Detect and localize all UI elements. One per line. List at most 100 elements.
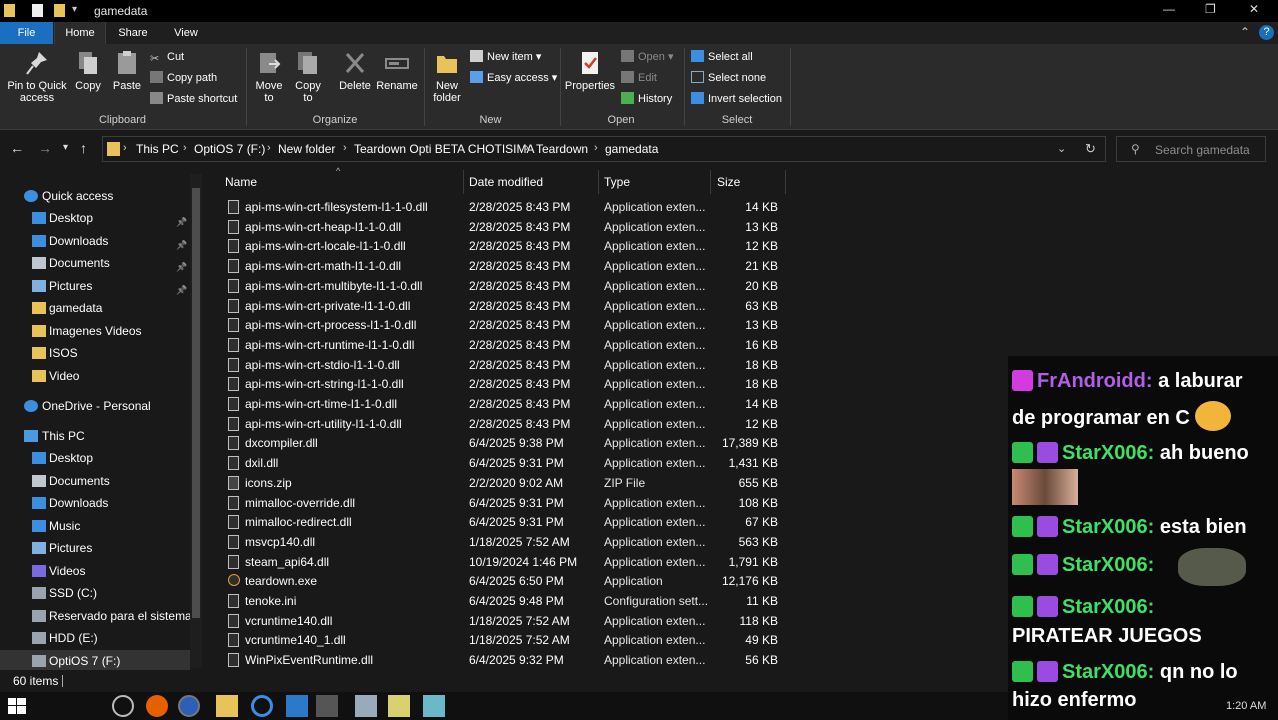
properties-button[interactable]: Properties	[564, 48, 616, 92]
copy-to-button[interactable]: Copy to	[291, 48, 325, 104]
winrar-icon[interactable]	[316, 695, 338, 717]
column-header-name[interactable]: Name	[206, 170, 464, 194]
file-row[interactable]: steam_api64.dll 10/19/2024 1:46 PM Applica…	[206, 552, 786, 572]
file-row[interactable]: tenoke.ini 6/4/2025 9:48 PM Configuration …	[206, 591, 786, 611]
nav-item[interactable]: OneDrive - Personal	[0, 395, 190, 417]
firefox-icon[interactable]	[146, 695, 168, 717]
paste-button[interactable]: Paste	[110, 48, 144, 92]
recent-locations-chevron-icon[interactable]: ▾	[63, 142, 68, 153]
nav-item[interactable]: Downloads	[0, 492, 190, 514]
history-button[interactable]: History	[621, 90, 672, 108]
tab-file[interactable]: File	[0, 22, 53, 44]
edit-button[interactable]: Edit	[621, 69, 657, 87]
restore-icon[interactable]: ❐	[1205, 2, 1216, 16]
back-arrow-icon[interactable]: ←	[10, 140, 24, 156]
file-row[interactable]: api-ms-win-crt-private-l1-1-0.dll 2/28/20…	[206, 296, 786, 316]
copy-button[interactable]: Copy	[72, 48, 104, 92]
search-box[interactable]: ⚲ Search gamedata	[1116, 136, 1266, 162]
breadcrumb-item[interactable]: This PC	[136, 142, 179, 156]
easy-access-button[interactable]: Easy access ▾	[470, 69, 557, 87]
delete-button[interactable]: Delete	[336, 48, 374, 92]
nav-item[interactable]: HDD (E:)	[0, 627, 190, 649]
browser-icon[interactable]	[178, 695, 200, 717]
up-arrow-icon[interactable]: ↑	[80, 140, 87, 156]
new-item-button[interactable]: New item ▾	[470, 48, 541, 66]
breadcrumb-item[interactable]: gamedata	[605, 142, 658, 156]
file-explorer-icon[interactable]	[216, 695, 238, 717]
file-row[interactable]: vcruntime140_1.dll 1/18/2025 7:52 AM Appli…	[206, 630, 786, 650]
open-button[interactable]: Open ▾	[621, 48, 674, 66]
tab-share[interactable]: Share	[108, 22, 158, 44]
breadcrumb-item[interactable]: New folder	[278, 142, 335, 156]
file-row[interactable]: api-ms-win-crt-stdio-l1-1-0.dll 2/28/2025…	[206, 355, 786, 375]
file-row[interactable]: api-ms-win-crt-time-l1-1-0.dll 2/28/2025 …	[206, 394, 786, 414]
taskbar-clock[interactable]: 1:20 AM	[1226, 700, 1266, 712]
file-row[interactable]: teardown.exe 6/4/2025 6:50 PM Application 1…	[206, 571, 786, 591]
help-icon[interactable]: ?	[1259, 25, 1274, 40]
nav-scrollbar[interactable]	[190, 174, 202, 668]
forward-arrow-icon[interactable]: →	[38, 140, 52, 156]
file-row[interactable]: api-ms-win-crt-multibyte-l1-1-0.dll 2/28/…	[206, 276, 786, 296]
select-none-button[interactable]: Select none	[691, 69, 766, 87]
nav-item[interactable]: Desktop 📌	[0, 207, 190, 229]
notepad-icon[interactable]	[388, 695, 410, 717]
nav-item[interactable]: Downloads 📌	[0, 230, 190, 252]
nav-item[interactable]: Quick access	[0, 185, 190, 207]
file-row[interactable]: icons.zip 2/2/2020 9:02 AM ZIP File 655 KB	[206, 473, 786, 493]
breadcrumb-item[interactable]: OptiOS 7 (F:)	[194, 142, 265, 156]
scrollbar-thumb[interactable]	[192, 188, 200, 618]
file-row[interactable]: dxcompiler.dll 6/4/2025 9:38 PM Applicatio…	[206, 433, 786, 453]
copy-path-button[interactable]: Copy path	[150, 69, 217, 87]
tab-view[interactable]: View	[160, 22, 212, 44]
start-windows-icon[interactable]	[6, 695, 28, 717]
pin-quick-access-button[interactable]: Pin to Quick access	[4, 48, 70, 104]
tab-home[interactable]: Home	[54, 22, 106, 44]
file-row[interactable]: api-ms-win-crt-utility-l1-1-0.dll 2/28/20…	[206, 414, 786, 434]
column-header-size[interactable]: Size	[711, 170, 786, 194]
file-row[interactable]: api-ms-win-crt-runtime-l1-1-0.dll 2/28/20…	[206, 335, 786, 355]
file-row[interactable]: mimalloc-redirect.dll 6/4/2025 9:31 PM App…	[206, 512, 786, 532]
file-row[interactable]: WinPixEventRuntime.dll 6/4/2025 9:32 PM Ap…	[206, 650, 786, 670]
file-row[interactable]: api-ms-win-crt-string-l1-1-0.dll 2/28/202…	[206, 374, 786, 394]
ccleaner-icon[interactable]	[251, 695, 273, 717]
file-row[interactable]: mimalloc-override.dll 6/4/2025 9:31 PM App…	[206, 493, 786, 513]
invert-selection-button[interactable]: Invert selection	[691, 90, 782, 108]
file-row[interactable]: dxil.dll 6/4/2025 9:31 PM Application exte…	[206, 453, 786, 473]
refresh-icon[interactable]: ↻	[1085, 141, 1096, 157]
column-header-type[interactable]: Type	[599, 170, 711, 194]
nav-item[interactable]: Imagenes Videos	[0, 320, 190, 342]
rename-button[interactable]: Rename	[376, 48, 418, 92]
obs-icon[interactable]	[112, 695, 134, 717]
nav-item[interactable]: Documents 📌	[0, 252, 190, 274]
address-bar[interactable]: › This PC › OptiOS 7 (F:) › New folder ›…	[102, 136, 1106, 162]
move-to-button[interactable]: Move to	[252, 48, 286, 104]
file-row[interactable]: msvcp140.dll 1/18/2025 7:52 AM Application…	[206, 532, 786, 552]
app-icon[interactable]	[286, 695, 308, 717]
app-icon[interactable]	[355, 695, 377, 717]
close-icon[interactable]: ✕	[1249, 2, 1259, 16]
properties-icon[interactable]	[32, 4, 43, 17]
nav-item[interactable]: Music	[0, 515, 190, 537]
nav-item[interactable]: Videos	[0, 560, 190, 582]
cut-button[interactable]: ✂ Cut	[150, 48, 184, 66]
nav-item[interactable]: ISOS	[0, 342, 190, 364]
paste-shortcut-button[interactable]: Paste shortcut	[150, 90, 237, 108]
file-row[interactable]: api-ms-win-crt-math-l1-1-0.dll 2/28/2025 …	[206, 256, 786, 276]
nav-item[interactable]: This PC	[0, 425, 190, 447]
breadcrumb-item[interactable]: Teardown Opti BETA CHOTISIMA	[354, 142, 535, 156]
nav-item[interactable]: SSD (C:)	[0, 582, 190, 604]
app-icon[interactable]	[423, 695, 445, 717]
nav-item[interactable]: OptiOS 7 (F:)	[0, 650, 190, 672]
file-row[interactable]: api-ms-win-crt-process-l1-1-0.dll 2/28/20…	[206, 315, 786, 335]
nav-item[interactable]: Pictures 📌	[0, 275, 190, 297]
nav-item[interactable]: Documents	[0, 470, 190, 492]
minimize-icon[interactable]: —	[1163, 2, 1175, 16]
address-dropdown-icon[interactable]: ⌄	[1057, 142, 1066, 155]
nav-item[interactable]: Pictures	[0, 537, 190, 559]
new-folder-icon[interactable]	[54, 4, 65, 17]
file-row[interactable]: api-ms-win-crt-heap-l1-1-0.dll 2/28/2025 …	[206, 217, 786, 237]
collapse-ribbon-icon[interactable]: ⌃	[1240, 25, 1250, 39]
quick-access-dropdown-icon[interactable]: ▾	[72, 4, 77, 15]
nav-item[interactable]: gamedata	[0, 297, 190, 319]
nav-item[interactable]: Video	[0, 365, 190, 387]
